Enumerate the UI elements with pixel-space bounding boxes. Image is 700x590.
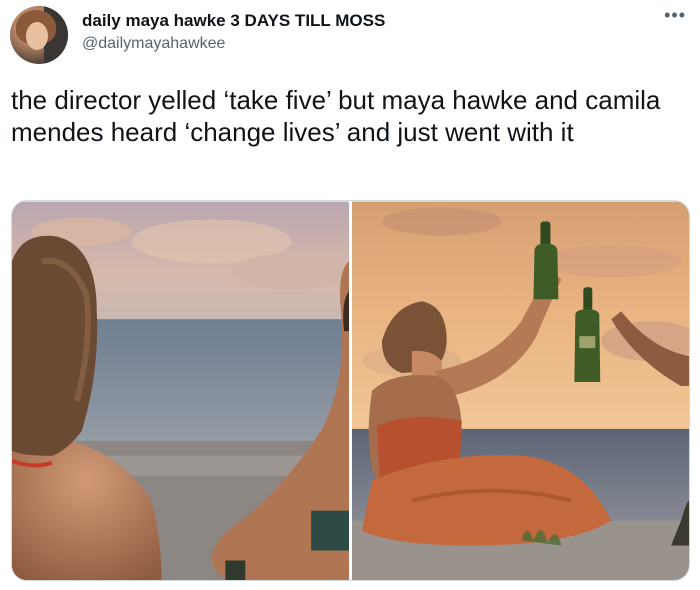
photo-right[interactable] [351,201,689,581]
tweet-card: daily maya hawke 3 DAYS TILL MOSS @daily… [0,0,700,590]
display-name[interactable]: daily maya hawke 3 DAYS TILL MOSS [82,11,385,31]
tweet-media[interactable] [11,200,690,581]
photo-left[interactable] [12,201,349,581]
tweet-text: the director yelled ‘take five’ but maya… [11,85,661,147]
more-horizontal-icon[interactable]: ••• [664,6,686,24]
avatar[interactable] [10,6,68,64]
user-handle[interactable]: @dailymayahawkee [82,35,225,53]
